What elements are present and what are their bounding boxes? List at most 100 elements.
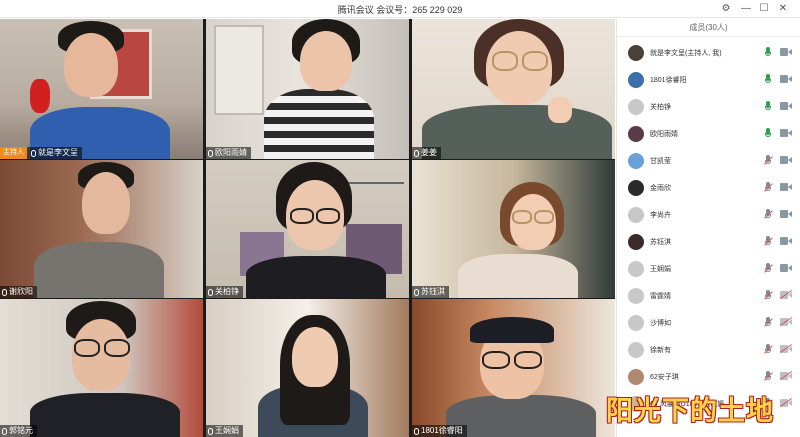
person-hand: [548, 97, 572, 123]
settings-icon[interactable]: ⚙: [718, 1, 734, 17]
member-name: 金雨欣: [650, 184, 671, 192]
video-tile[interactable]: 郭铭元: [0, 299, 203, 437]
camera-icon[interactable]: [780, 48, 792, 56]
microphone-muted-icon[interactable]: [764, 317, 772, 328]
maximize-icon[interactable]: ☐: [756, 1, 772, 17]
member-row[interactable]: 徐新有: [617, 336, 800, 363]
person-body: [458, 254, 578, 298]
video-name-tag: 姜姜: [412, 147, 441, 159]
member-row[interactable]: 李尚卉: [617, 201, 800, 228]
video-tile[interactable]: 欧阳雨婧: [206, 19, 409, 159]
avatar: [628, 341, 644, 358]
cap-image: [470, 317, 554, 343]
member-row[interactable]: 甘凯莹: [617, 147, 800, 174]
microphone-muted-icon[interactable]: [764, 344, 772, 355]
member-name: 欧阳雨婧: [650, 130, 678, 138]
camera-icon[interactable]: [780, 129, 792, 137]
member-row[interactable]: 1801徐睿阳: [617, 66, 800, 93]
glasses: [492, 51, 518, 71]
microphone-icon[interactable]: [764, 47, 772, 58]
video-name-tag: 主持人 就是李文呈: [0, 147, 82, 159]
video-tile[interactable]: 主持人 就是李文呈: [0, 19, 203, 159]
member-row[interactable]: 雷霆婧: [617, 282, 800, 309]
glasses: [514, 351, 542, 369]
camera-off-icon[interactable]: [780, 345, 792, 353]
avatar: [628, 71, 644, 88]
member-row[interactable]: 关柏铮: [617, 93, 800, 120]
mic-icon: [208, 149, 213, 157]
participant-name: 关柏铮: [215, 287, 239, 296]
video-tile[interactable]: 关柏铮: [206, 160, 409, 298]
microphone-muted-icon[interactable]: [764, 182, 772, 193]
person-face: [292, 327, 338, 387]
avatar: [628, 44, 644, 61]
participant-name: 苏钰淇: [421, 287, 445, 296]
participant-name: 姜姜: [421, 148, 437, 157]
camera-icon[interactable]: [780, 264, 792, 272]
participant-name: 欧阳雨婧: [215, 148, 247, 157]
title-bar: 腾讯会议 会议号：265 229 029 ⚙ — ☐ ✕: [0, 0, 800, 18]
microphone-muted-icon[interactable]: [764, 263, 772, 274]
video-name-tag: 郭铭元: [0, 425, 37, 437]
camera-off-icon[interactable]: [780, 291, 792, 299]
person-face: [300, 31, 352, 91]
member-name: 甘凯莹: [650, 157, 671, 165]
member-name: 1801徐睿阳: [650, 76, 687, 84]
member-name: 李尚卉: [650, 211, 671, 219]
avatar: [628, 125, 644, 142]
video-name-tag: 1801徐睿阳: [412, 425, 467, 437]
camera-off-icon[interactable]: [780, 318, 792, 326]
participant-name: 谢欣阳: [9, 287, 33, 296]
camera-off-icon[interactable]: [780, 372, 792, 380]
members-panel-title: 成员(30人): [617, 19, 800, 37]
member-row[interactable]: 沙博如: [617, 309, 800, 336]
member-row[interactable]: 苏钰淇: [617, 228, 800, 255]
mic-icon: [208, 427, 213, 435]
avatar: [628, 314, 644, 331]
microphone-muted-icon[interactable]: [764, 236, 772, 247]
camera-icon[interactable]: [780, 156, 792, 164]
member-row[interactable]: 62安子琪: [617, 363, 800, 390]
member-row[interactable]: 王娴娟: [617, 255, 800, 282]
mic-icon: [208, 288, 213, 296]
member-name: 关柏铮: [650, 103, 671, 111]
member-row[interactable]: 欧阳雨婧: [617, 120, 800, 147]
person-body: [446, 395, 596, 437]
camera-icon[interactable]: [780, 183, 792, 191]
member-name: 就是李文呈(主持人, 我): [650, 49, 722, 57]
camera-off-icon[interactable]: [780, 399, 792, 407]
glasses: [290, 208, 314, 224]
camera-icon[interactable]: [780, 210, 792, 218]
participant-name: 郭铭元: [9, 426, 33, 435]
video-tile[interactable]: 王娴娟: [206, 299, 409, 437]
video-tile[interactable]: 1801徐睿阳: [412, 299, 615, 437]
microphone-icon[interactable]: [764, 101, 772, 112]
camera-icon[interactable]: [780, 102, 792, 110]
video-tile[interactable]: 姜姜: [412, 19, 615, 159]
microphone-icon[interactable]: [764, 74, 772, 85]
microphone-muted-icon[interactable]: [764, 155, 772, 166]
glasses: [104, 339, 130, 357]
person-body: [422, 105, 612, 159]
camera-icon[interactable]: [780, 237, 792, 245]
member-name: 王娴娟: [650, 265, 671, 273]
microphone-muted-icon[interactable]: [764, 209, 772, 220]
microphone-icon[interactable]: [764, 128, 772, 139]
camera-icon[interactable]: [780, 75, 792, 83]
minimize-icon[interactable]: —: [738, 1, 754, 17]
microphone-muted-icon[interactable]: [764, 290, 772, 301]
video-tile[interactable]: 谢欣阳: [0, 160, 203, 298]
mic-icon: [414, 427, 419, 435]
video-name-tag: 王娴娟: [206, 425, 243, 437]
person-body: [264, 89, 374, 159]
microphone-muted-icon[interactable]: [764, 371, 772, 382]
member-row[interactable]: 金雨欣: [617, 174, 800, 201]
close-icon[interactable]: ✕: [775, 1, 791, 17]
video-tile[interactable]: 苏钰淇: [412, 160, 615, 298]
member-row[interactable]: 就是李文呈(主持人, 我): [617, 39, 800, 66]
cabinet-image: [214, 25, 264, 115]
mic-icon: [31, 149, 36, 157]
video-name-tag: 关柏铮: [206, 286, 243, 298]
avatar: [628, 233, 644, 250]
avatar: [628, 179, 644, 196]
